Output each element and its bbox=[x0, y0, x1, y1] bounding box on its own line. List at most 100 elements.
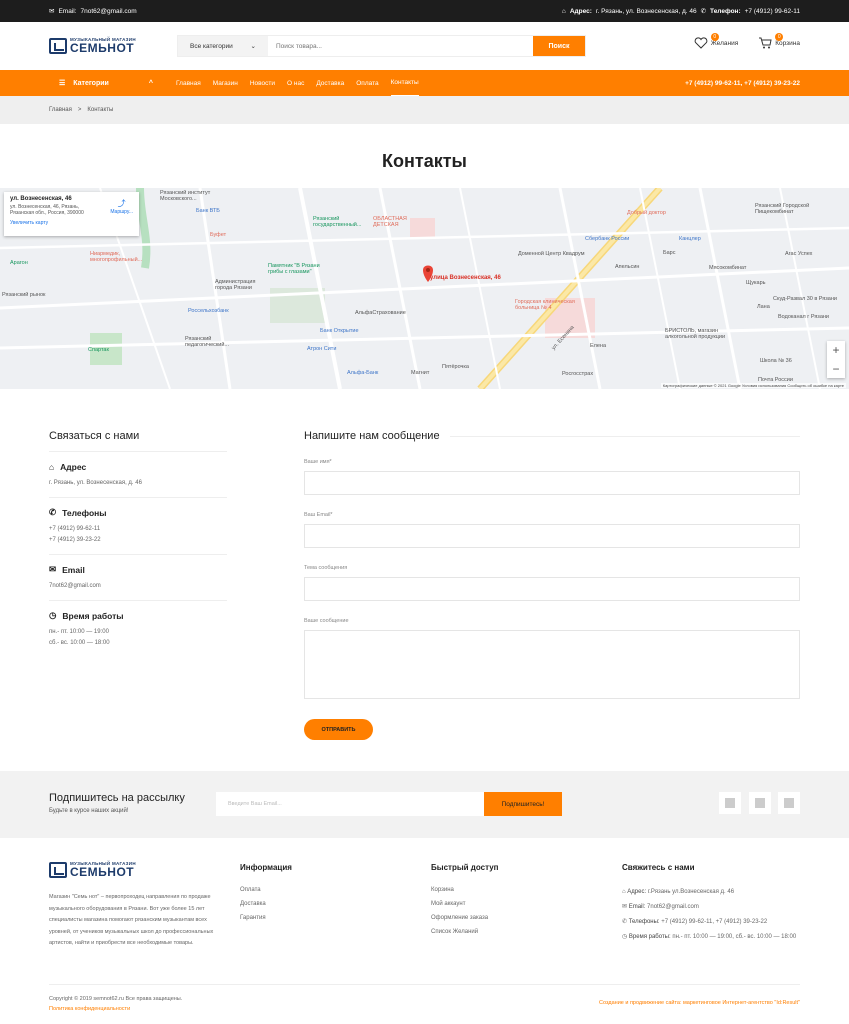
social-link[interactable] bbox=[719, 792, 741, 814]
map-label: Рязанский Городской Пищекомбинат bbox=[755, 203, 810, 215]
logo-big-text: СЕМЬНОТ bbox=[70, 41, 135, 56]
map-label: Банк Открытие bbox=[320, 328, 359, 334]
name-field[interactable] bbox=[304, 471, 800, 495]
map-label: БРИСТОЛЬ, магазин алкогольной продукции bbox=[665, 328, 726, 340]
map-label: Магнит bbox=[411, 370, 430, 376]
map-label: Ниармедик, многопрофильный... bbox=[90, 251, 143, 263]
social-link[interactable] bbox=[749, 792, 771, 814]
footer-link-cart[interactable]: Корзина bbox=[431, 887, 499, 893]
social-link[interactable] bbox=[778, 792, 800, 814]
google-map[interactable]: Рязанский институт Московского... Банк В… bbox=[0, 188, 849, 389]
map-label: Альфа-Банк bbox=[347, 370, 379, 376]
wishlist-count-badge: 0 bbox=[710, 33, 719, 41]
nav-phones[interactable]: +7 (4912) 99-62-11, +7 (4912) 39-23-22 bbox=[685, 80, 800, 87]
map-route-button[interactable]: ⤴ Маршру... bbox=[110, 198, 133, 215]
map-label: Администрация города Рязани bbox=[215, 279, 256, 291]
zoom-out-button[interactable]: − bbox=[832, 362, 839, 376]
home-icon: ⌂ bbox=[561, 7, 566, 15]
nav-link-home[interactable]: Главная bbox=[176, 80, 201, 87]
footer-link-checkout[interactable]: Оформление заказа bbox=[431, 915, 499, 921]
map-label: Водоканал г Рязани bbox=[778, 314, 829, 320]
map-label: Мясокомбинат bbox=[709, 265, 747, 271]
footer-info: Информация Оплата Доставка Гарантия bbox=[240, 860, 292, 929]
nav-link-payment[interactable]: Оплата bbox=[356, 80, 378, 87]
map-label: Рязанский рынок bbox=[2, 292, 46, 298]
wishlist-button[interactable]: 0 Желания bbox=[694, 33, 738, 49]
map-label: АльфаСтрахование bbox=[355, 310, 406, 316]
search-button[interactable]: Поиск bbox=[533, 36, 585, 56]
cart-icon bbox=[759, 37, 772, 49]
social-icon bbox=[725, 798, 735, 808]
topbar-phone-value[interactable]: +7 (4912) 99-62-11 bbox=[745, 8, 800, 15]
footer-contact: Свяжитесь с нами ⌂ Адрес: г.Рязань ул.Во… bbox=[622, 860, 800, 947]
phone-1[interactable]: +7 (4912) 99-62-11 bbox=[49, 524, 227, 535]
email-value[interactable]: 7not62@gmail.com bbox=[49, 581, 227, 592]
contact-address: ⌂ Адрес г. Рязань, ул. Вознесенская, д. 4… bbox=[49, 462, 227, 498]
footer-link-payment[interactable]: Оплата bbox=[240, 887, 292, 893]
nav-link-news[interactable]: Новости bbox=[250, 80, 275, 87]
topbar-email-value[interactable]: 7not62@gmail.com bbox=[81, 8, 137, 15]
message-label: Ваше сообщение bbox=[304, 618, 349, 624]
footer-link-account[interactable]: Мой аккаунт bbox=[431, 901, 499, 907]
subject-label: Тема сообщения bbox=[304, 565, 348, 571]
map-label: Сбербанк России bbox=[585, 236, 630, 242]
top-bar: ✉ Email: 7not62@gmail.com ⌂ Адрес: г. Ря… bbox=[0, 0, 849, 22]
footer-address-label: Адрес: bbox=[627, 889, 647, 895]
developer-link[interactable]: Создание и продвижение сайта: маркетинго… bbox=[599, 1000, 800, 1006]
header: МУЗЫКАЛЬНЫЙ МАГАЗИН СЕМЬНОТ Все категори… bbox=[0, 22, 849, 70]
zoom-in-button[interactable]: + bbox=[832, 343, 839, 357]
footer-phones-label: Телефоны: bbox=[628, 919, 660, 925]
name-label: Ваше имя* bbox=[304, 459, 332, 465]
breadcrumb: Главная > Контакты bbox=[0, 96, 849, 124]
footer-link-warranty[interactable]: Гарантия bbox=[240, 915, 292, 921]
map-label: Канцлер bbox=[679, 236, 701, 242]
categories-menu-button[interactable]: ☰ Категории ^ bbox=[49, 79, 159, 88]
footer-link-wishlist[interactable]: Список Желаний bbox=[431, 929, 499, 935]
topbar-phone-label: Телефон: bbox=[710, 7, 741, 15]
social-icon bbox=[784, 798, 794, 808]
nav-link-contacts[interactable]: Контакты bbox=[390, 71, 419, 96]
phone-icon: ✆ bbox=[700, 8, 707, 15]
search-input[interactable] bbox=[268, 36, 533, 56]
map-enlarge-link[interactable]: Увеличить карту bbox=[10, 220, 133, 226]
nav-link-delivery[interactable]: Доставка bbox=[316, 80, 344, 87]
nav-link-about[interactable]: О нас bbox=[287, 80, 304, 87]
map-attribution[interactable]: Картографические данные © 2021 Google Ус… bbox=[660, 383, 846, 388]
site-logo[interactable]: МУЗЫКАЛЬНЫЙ МАГАЗИН СЕМЬНОТ bbox=[49, 36, 139, 56]
contact-info: Связаться с нами ⌂ Адрес г. Рязань, ул. В… bbox=[49, 430, 227, 666]
map-zoom-controls: + − bbox=[827, 341, 845, 378]
phone-2[interactable]: +7 (4912) 39-23-22 bbox=[49, 535, 227, 546]
nav-link-shop[interactable]: Магазин bbox=[213, 80, 238, 87]
breadcrumb-home[interactable]: Главная bbox=[49, 107, 72, 113]
email-field[interactable] bbox=[304, 524, 800, 548]
privacy-link[interactable]: Политика конфиденциальности bbox=[49, 1006, 800, 1012]
social-icon bbox=[755, 798, 765, 808]
subscribe-button[interactable]: Подпишитесь! bbox=[484, 792, 562, 816]
contact-phones: ✆ Телефоны +7 (4912) 99-62-11 +7 (4912) 3… bbox=[49, 507, 227, 555]
envelope-icon: ✉ bbox=[49, 8, 55, 15]
map-label: Апельсин bbox=[615, 264, 640, 270]
map-label: Рязанский институт Московского... bbox=[160, 190, 211, 202]
footer-address-value: г.Рязань ул.Вознесенская д. 46 bbox=[647, 889, 735, 895]
send-button[interactable]: ОТПРАВИТЬ bbox=[304, 719, 373, 740]
map-pin-label[interactable]: улица Вознесенская, 46 bbox=[430, 275, 501, 281]
footer-logo[interactable]: МУЗЫКАЛЬНЫЙ МАГАЗИН СЕМЬНОТ bbox=[49, 860, 139, 880]
map-label: Рязанский педагогический... bbox=[185, 336, 230, 348]
footer-link-delivery[interactable]: Доставка bbox=[240, 901, 292, 907]
footer-email-value[interactable]: 7not62@gmail.com bbox=[647, 904, 699, 910]
logo-big-text: СЕМЬНОТ bbox=[70, 865, 135, 880]
footer-address: ⌂ Адрес: г.Рязань ул.Вознесенская д. 46 bbox=[622, 887, 800, 897]
map-label: Арагон bbox=[10, 260, 28, 266]
search-category-select[interactable]: Все категории ⌄ bbox=[178, 36, 268, 56]
message-textarea[interactable] bbox=[304, 630, 800, 699]
footer-bottom: Copyright © 2019 semnot62.ru Все права з… bbox=[49, 984, 800, 1012]
newsletter-email-input[interactable]: Введите Ваш Email... bbox=[216, 792, 484, 816]
map-info-card: ул. Вознесенская, 46 ул. Вознесенская, 4… bbox=[4, 192, 139, 236]
cart-button[interactable]: 0 Корзина bbox=[758, 33, 800, 49]
map-label: Доменной Центр Квадрум bbox=[518, 251, 585, 257]
footer-phones-value[interactable]: +7 (4912) 99-62-11, +7 (4912) 39-23-22 bbox=[661, 919, 767, 925]
map-label: Лана bbox=[757, 304, 770, 310]
subject-field[interactable] bbox=[304, 577, 800, 601]
menu-icon: ☰ bbox=[59, 80, 66, 87]
logo-mark-icon bbox=[49, 862, 67, 878]
